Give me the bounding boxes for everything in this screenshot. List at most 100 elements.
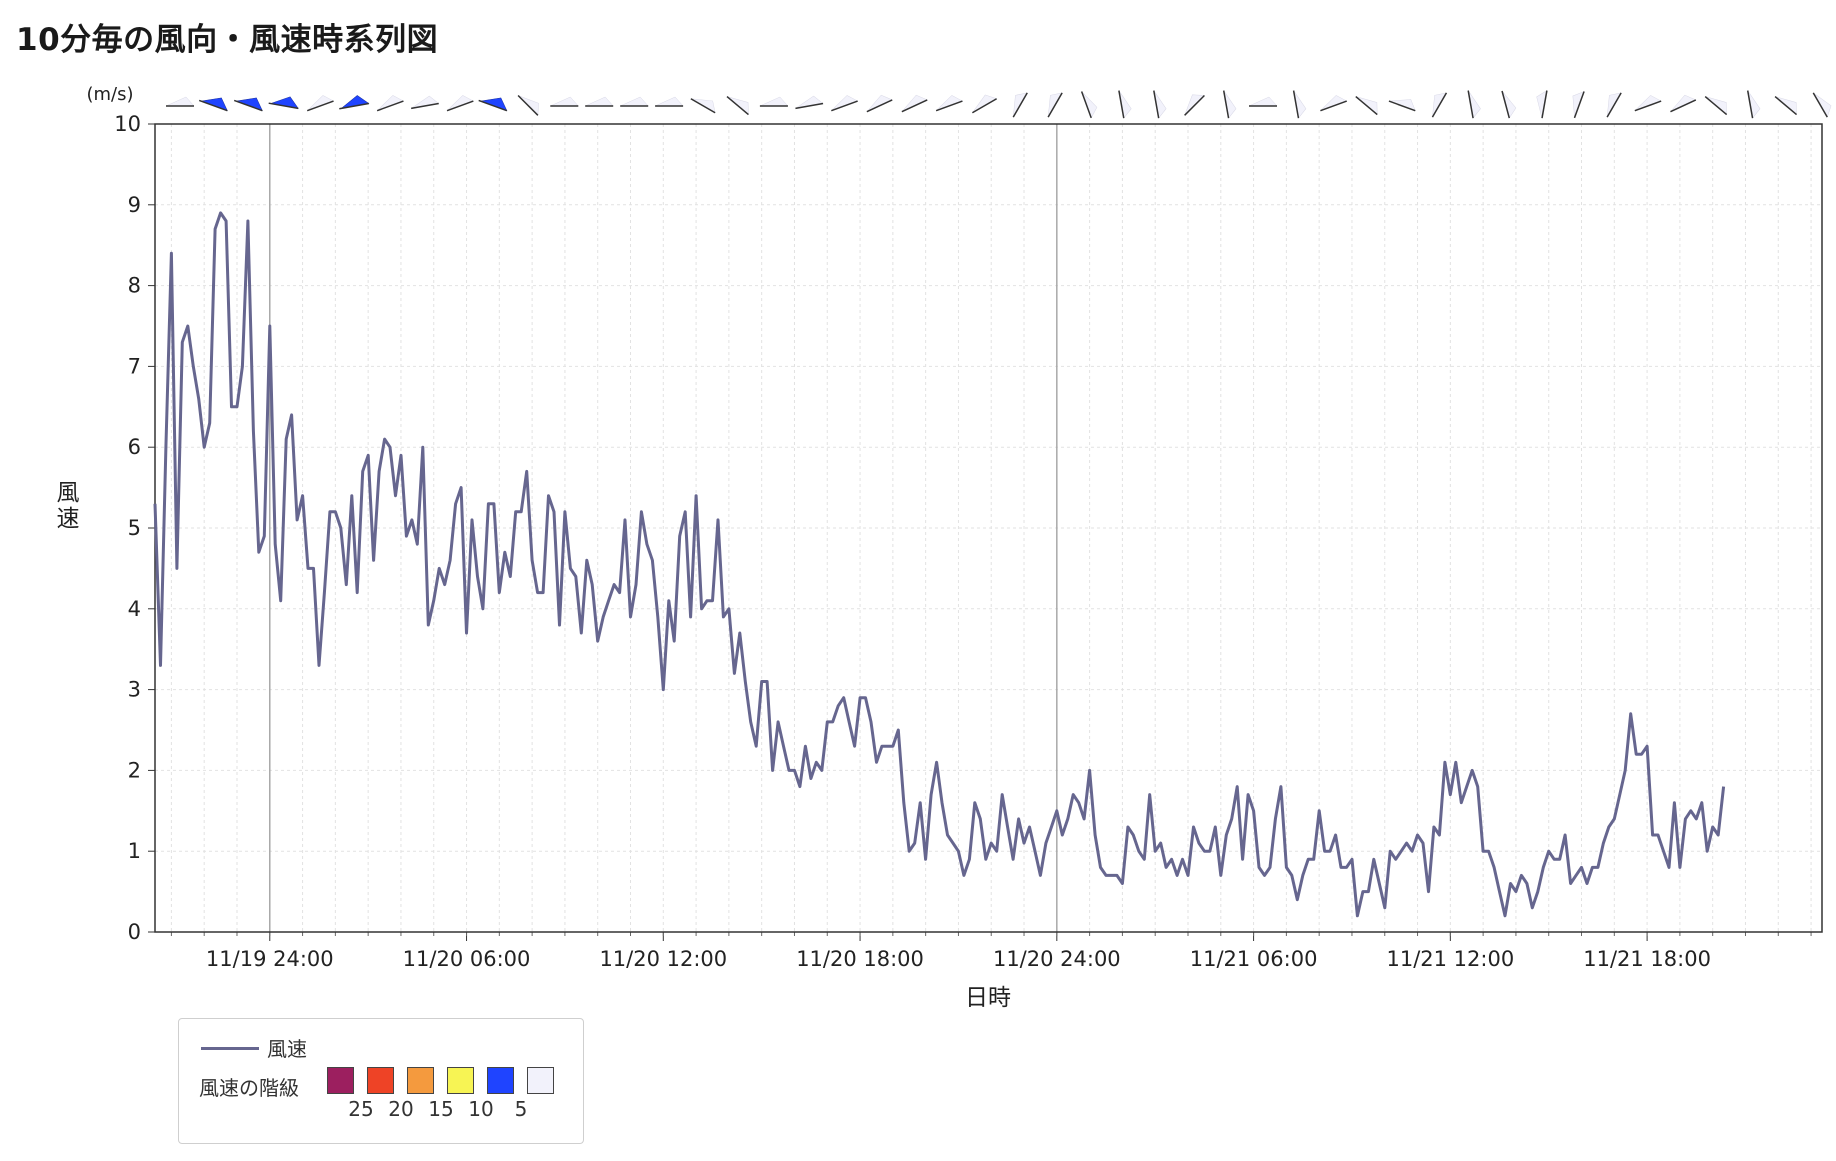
x-axis-label: 日時 — [965, 985, 1011, 1011]
speed-class-swatch — [367, 1067, 394, 1094]
wind-arrow — [690, 98, 716, 114]
speed-class-swatch — [327, 1067, 354, 1094]
y-tick-label: 7 — [128, 354, 141, 378]
wind-arrow — [1355, 95, 1378, 116]
wind-arrow — [1812, 92, 1832, 118]
wind-arrow — [1431, 92, 1448, 118]
y-tick-label: 8 — [128, 274, 141, 298]
x-tick-label: 11/20 06:00 — [403, 947, 531, 971]
wind-arrow — [795, 95, 824, 110]
wind-arrow — [550, 96, 579, 107]
wind-speed-line — [153, 211, 1726, 918]
wind-arrow — [1670, 94, 1697, 113]
speed-class-label: 20 — [388, 1097, 414, 1121]
wind-arrow — [198, 97, 228, 112]
x-tick-label: 11/19 24:00 — [206, 947, 334, 971]
wind-arrow-head — [550, 96, 579, 107]
wind-arrow-head — [1248, 96, 1278, 107]
wind-arrow — [972, 94, 998, 114]
wind-arrow — [1634, 95, 1662, 112]
legend-series-label: 風速 — [267, 1037, 307, 1061]
wind-arrow — [1704, 95, 1728, 116]
wind-arrow — [1153, 90, 1167, 119]
y-tick-label: 2 — [128, 758, 141, 782]
wind-arrow — [1320, 95, 1348, 112]
wind-arrow — [1047, 92, 1063, 118]
wind-arrow — [831, 95, 859, 112]
legend-scale-label: 風速の階級 — [199, 1076, 299, 1100]
wind-arrow — [1572, 91, 1585, 119]
wind-arrow — [1501, 90, 1517, 119]
wind-arrow — [654, 96, 684, 107]
speed-class-swatch — [407, 1067, 434, 1094]
y-tick-label: 1 — [128, 839, 141, 863]
wind-arrow-head — [517, 95, 539, 116]
y-tick-label: 0 — [128, 920, 141, 944]
wind-arrow-head — [1388, 99, 1416, 112]
wind-arrow — [901, 94, 928, 113]
wind-arrow — [233, 97, 263, 112]
wind-arrow — [1388, 99, 1416, 112]
y-axis-label-char: 風 — [57, 480, 80, 506]
wind-arrow-head — [1355, 96, 1378, 116]
legend-line-swatch — [201, 1047, 259, 1050]
wind-arrow — [1774, 95, 1798, 116]
wind-arrow-head — [376, 95, 405, 111]
wind-arrow — [1248, 96, 1278, 107]
legend: 風速 風速の階級 25 20 15 10 5 — [178, 1018, 584, 1144]
wind-arrow-head — [1501, 90, 1517, 119]
wind-arrow-head — [1572, 91, 1585, 118]
wind-arrow-head — [620, 96, 649, 107]
wind-arrow — [1746, 90, 1761, 119]
wind-speed-chart: 0 1 2 3 4 5 6 7 8 9 10 11/19 24:00 11/20 06:00 11/20 … — [57, 84, 1832, 1011]
wind-arrow — [1292, 90, 1307, 119]
y-axis-label-char: 速 — [57, 506, 80, 532]
y-tick-label: 10 — [114, 112, 141, 136]
wind-arrow — [411, 95, 440, 110]
wind-arrow-head — [935, 95, 964, 111]
wind-arrow — [306, 95, 335, 112]
wind-arrow-head — [446, 95, 474, 111]
wind-arrow-head — [726, 96, 749, 116]
wind-direction-row — [165, 90, 1832, 119]
wind-arrow-head — [307, 95, 335, 111]
wind-arrow — [446, 95, 474, 112]
x-tick-label: 11/21 06:00 — [1190, 947, 1318, 971]
speed-class-label: 25 — [348, 1097, 374, 1121]
speed-class-label: 10 — [468, 1097, 494, 1121]
wind-arrow — [1536, 90, 1548, 119]
wind-arrow-head — [1634, 95, 1662, 111]
y-tick-label: 5 — [128, 516, 141, 540]
wind-arrow — [935, 95, 964, 112]
wind-arrow — [1467, 90, 1481, 119]
wind-arrow — [585, 96, 614, 107]
wind-arrow-head — [200, 97, 228, 112]
wind-arrow — [268, 96, 299, 110]
x-tick-label: 11/20 12:00 — [599, 947, 727, 971]
wind-arrow-head — [759, 96, 789, 107]
wind-arrow — [759, 96, 789, 107]
y-tick-label: 4 — [128, 597, 141, 621]
speed-class-label: 5 — [514, 1097, 528, 1121]
wind-arrow — [1118, 90, 1132, 119]
wind-arrow-head — [1320, 95, 1348, 111]
wind-arrow-head — [479, 97, 508, 112]
y-tick-label: 9 — [128, 193, 141, 217]
wind-arrow — [866, 94, 893, 113]
wind-arrow-head — [654, 96, 684, 107]
wind-arrow — [517, 94, 539, 116]
wind-arrow — [726, 95, 749, 116]
axes — [148, 123, 1823, 941]
y-unit-label: (m/s) — [86, 84, 133, 105]
x-tick-label: 11/20 18:00 — [796, 947, 924, 971]
wind-arrow — [1606, 92, 1622, 118]
wind-arrow — [1184, 94, 1205, 116]
wind-arrow-head — [585, 96, 614, 107]
wind-arrow — [620, 96, 649, 107]
wind-arrow — [1012, 92, 1028, 118]
wind-arrow — [165, 96, 195, 107]
wind-arrow — [1222, 90, 1237, 119]
x-tick-label: 11/21 18:00 — [1583, 947, 1711, 971]
wind-arrow — [478, 97, 508, 112]
speed-class-swatch — [487, 1067, 514, 1094]
